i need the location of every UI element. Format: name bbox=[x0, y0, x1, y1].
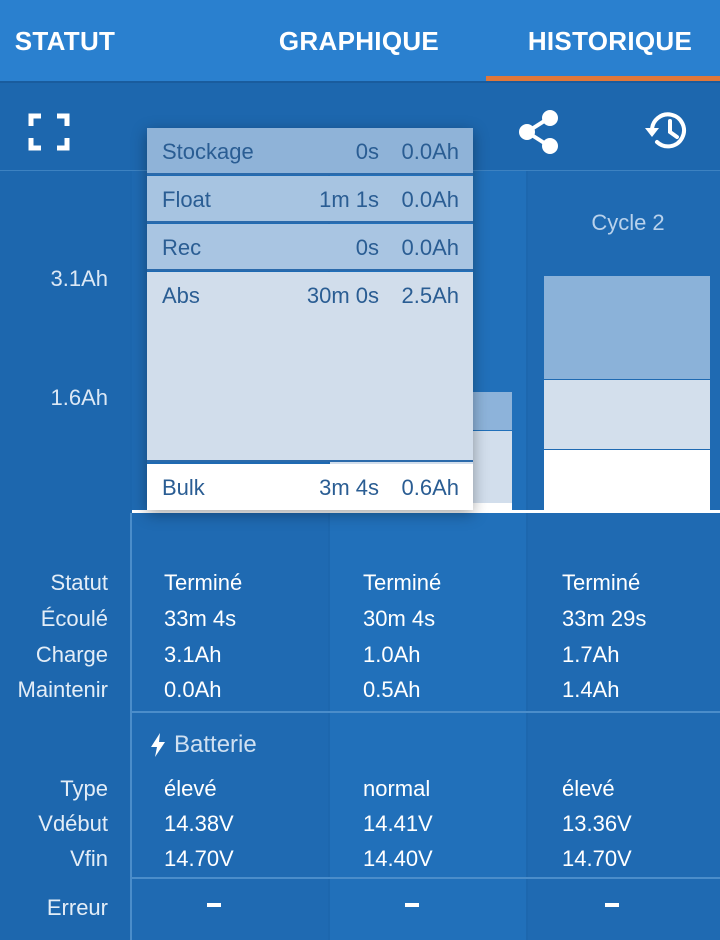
cell-statut: Terminé bbox=[562, 570, 641, 595]
cell-charge: 1.7Ah bbox=[562, 642, 620, 667]
phase-time: 1m 1s bbox=[319, 187, 379, 212]
cell-ecoule: 30m 4s bbox=[363, 606, 436, 631]
cell-type: élevé bbox=[562, 776, 615, 801]
phase-name: Bulk bbox=[162, 475, 205, 500]
phase-ah: 0.0Ah bbox=[401, 235, 460, 260]
lightning-icon bbox=[151, 733, 165, 757]
tooltip-row-float: Float 1m 1s 0.0Ah bbox=[147, 176, 473, 223]
tooltip-row-abs: Abs 30m 0s 2.5Ah bbox=[147, 272, 473, 462]
bar-cycle-2-segment-mid[interactable] bbox=[544, 380, 710, 449]
phase-ah: 0.0Ah bbox=[401, 139, 460, 164]
battery-section-label: Batterie bbox=[174, 731, 257, 758]
charge-phase-tooltip: Stockage 0s 0.0Ah Float 1m 1s 0.0Ah Rec … bbox=[147, 128, 473, 510]
share-icon[interactable] bbox=[518, 110, 560, 154]
cell-charge: 3.1Ah bbox=[164, 642, 222, 667]
row-label-statut: Statut bbox=[50, 570, 108, 595]
phase-name: Abs bbox=[162, 283, 200, 308]
cell-erreur-dash bbox=[605, 903, 619, 907]
y-axis-label-mid: 1.6Ah bbox=[50, 385, 109, 410]
section-divider-battery bbox=[132, 711, 720, 713]
phase-ah: 2.5Ah bbox=[401, 283, 460, 308]
cell-vdebut: 13.36V bbox=[562, 811, 632, 836]
cell-maintenir: 0.0Ah bbox=[164, 677, 222, 702]
cell-vfin: 14.70V bbox=[164, 846, 234, 871]
row-label-ecoule: Écoulé bbox=[40, 606, 108, 631]
phase-time: 0s bbox=[355, 235, 379, 260]
phase-ah: 0.0Ah bbox=[401, 187, 460, 212]
row-label-vdebut: Vdébut bbox=[38, 811, 108, 836]
row-label-type: Type bbox=[60, 776, 108, 801]
row-label-maintenir: Maintenir bbox=[17, 677, 108, 702]
tab-historique[interactable]: HISTORIQUE bbox=[500, 0, 720, 82]
tooltip-row-bulk: Bulk 3m 4s 0.6Ah bbox=[147, 464, 473, 510]
phase-time: 3m 4s bbox=[319, 475, 379, 500]
cell-vfin: 14.40V bbox=[363, 846, 433, 871]
tab-graphique[interactable]: GRAPHIQUE bbox=[243, 0, 475, 82]
battery-section-title: Batterie bbox=[150, 731, 257, 759]
cell-ecoule: 33m 29s bbox=[562, 606, 647, 631]
cell-charge: 1.0Ah bbox=[363, 642, 421, 667]
row-label-erreur: Erreur bbox=[46, 895, 108, 920]
cell-maintenir: 0.5Ah bbox=[363, 677, 421, 702]
tooltip-row-stockage: Stockage 0s 0.0Ah bbox=[147, 128, 473, 175]
phase-ah: 0.6Ah bbox=[401, 475, 460, 500]
phase-name: Float bbox=[162, 187, 211, 212]
chart-baseline bbox=[132, 510, 720, 513]
tooltip-row-rec: Rec 0s 0.0Ah bbox=[147, 224, 473, 271]
cell-type: normal bbox=[363, 776, 431, 801]
cell-statut: Terminé bbox=[164, 570, 243, 595]
history-icon[interactable] bbox=[644, 109, 690, 153]
section-divider-error bbox=[132, 877, 720, 879]
y-axis-label-top: 3.1Ah bbox=[50, 266, 109, 291]
cell-ecoule: 33m 4s bbox=[164, 606, 237, 631]
row-label-vfin: Vfin bbox=[70, 846, 108, 871]
cell-statut: Terminé bbox=[363, 570, 442, 595]
tab-bar: STATUT GRAPHIQUE HISTORIQUE bbox=[0, 0, 720, 82]
cell-maintenir: 1.4Ah bbox=[562, 677, 620, 702]
cell-erreur-dash bbox=[405, 903, 419, 907]
cell-vdebut: 14.38V bbox=[164, 811, 234, 836]
fullscreen-icon[interactable] bbox=[28, 113, 70, 151]
phase-time: 0s bbox=[355, 139, 379, 164]
cycle-label: Cycle 2 bbox=[591, 210, 665, 235]
row-label-charge: Charge bbox=[35, 642, 108, 667]
bar-cycle-2-segment-top[interactable] bbox=[544, 276, 710, 379]
phase-name: Stockage bbox=[162, 139, 254, 164]
cell-vfin: 14.70V bbox=[562, 846, 632, 871]
cell-type: élevé bbox=[164, 776, 217, 801]
tab-statut[interactable]: STATUT bbox=[0, 0, 130, 82]
cell-erreur-dash bbox=[207, 903, 221, 907]
phase-name: Rec bbox=[162, 235, 202, 260]
bar-cycle-2-segment-bottom[interactable] bbox=[544, 450, 710, 510]
phase-time: 30m 0s bbox=[306, 283, 379, 308]
cell-vdebut: 14.41V bbox=[363, 811, 433, 836]
label-column-divider bbox=[130, 513, 132, 940]
